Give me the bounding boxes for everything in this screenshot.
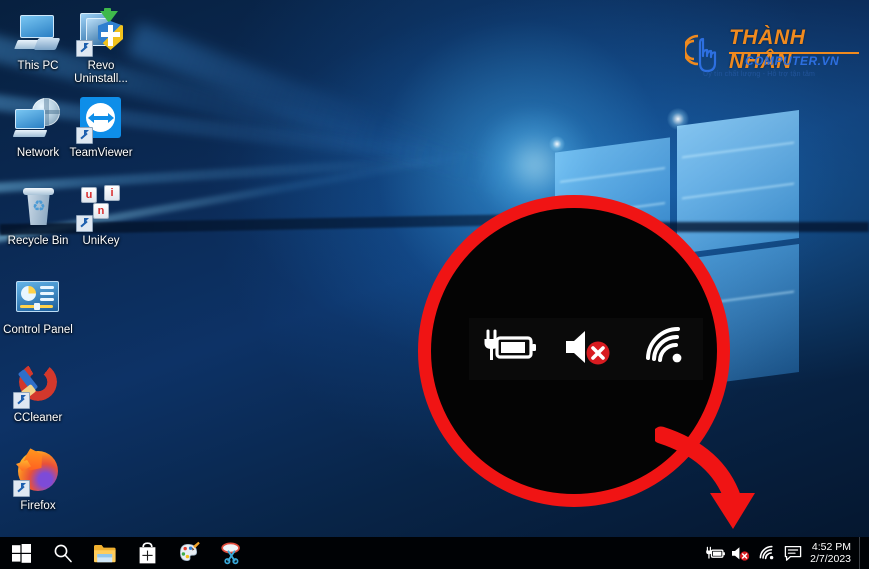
action-center-button[interactable] (780, 537, 806, 569)
paint-palette-icon (179, 541, 200, 562)
battery-tray-icon[interactable] (702, 537, 728, 569)
store-bag-icon (139, 541, 155, 563)
battery-charging-icon (705, 546, 725, 558)
revo-uninstaller-icon (76, 8, 125, 57)
recycle-bin-icon: ♻ (14, 183, 62, 231)
desktop-icon-label: Revo Uninstall... (74, 60, 128, 85)
folder-icon (94, 544, 116, 562)
wifi-icon (759, 545, 774, 560)
windows-logo-icon (11, 543, 31, 563)
watermark-tagline: Uy tín chất lượng - Hỗ trợ tận tâm (703, 71, 816, 78)
microsoft-store-button[interactable] (126, 537, 168, 569)
clock-date: 2/7/2023 (810, 553, 851, 565)
desktop-icon-label: UniKey (82, 235, 120, 247)
desktop-icon-label: TeamViewer (69, 147, 133, 159)
speaker-muted-icon (732, 546, 750, 561)
show-desktop-button[interactable] (859, 537, 865, 569)
clock-time: 4:52 PM (811, 541, 851, 553)
callout-arrow-icon (655, 426, 755, 529)
system-tray: 4:52 PM 2/7/2023 (702, 537, 869, 569)
network-tray-icon[interactable] (754, 537, 780, 569)
shortcut-overlay-icon (76, 215, 93, 232)
file-explorer-button[interactable] (84, 537, 126, 569)
speech-bubble-icon (784, 545, 802, 561)
desktop-icon-label: Firefox (20, 500, 56, 512)
snipping-tool-button[interactable] (210, 537, 252, 569)
ccleaner-icon (13, 360, 62, 409)
computer-icon (14, 8, 62, 56)
taskbar-clock[interactable]: 4:52 PM 2/7/2023 (806, 541, 859, 565)
desktop-icon-label: Control Panel (3, 324, 73, 336)
desktop-icon-control-panel[interactable]: Control Panel (0, 272, 80, 337)
shortcut-overlay-icon (13, 480, 30, 497)
shortcut-overlay-icon (13, 392, 30, 409)
teamviewer-icon (76, 95, 125, 144)
hand-click-icon (685, 34, 717, 73)
shortcut-overlay-icon (76, 40, 93, 57)
unikey-key: u (81, 187, 97, 203)
control-panel-icon (14, 272, 62, 320)
shortcut-overlay-icon (76, 127, 93, 144)
magnified-tray-strip (469, 318, 703, 380)
network-icon (12, 95, 62, 143)
unikey-icon: u i n (76, 183, 125, 232)
speaker-muted-icon (560, 325, 620, 374)
desktop-icon-teamviewer[interactable]: TeamViewer (63, 95, 139, 160)
desktop-icon-ccleaner[interactable]: CCleaner (0, 360, 80, 425)
taskbar: 4:52 PM 2/7/2023 (0, 537, 869, 569)
unikey-key: n (93, 203, 109, 219)
desktop-icon-revo-uninstaller[interactable]: Revo Uninstall... (63, 8, 139, 86)
desktop-icon-label: CCleaner (13, 412, 63, 424)
desktop-screen: This PC Revo Uninstall... Network TeamVi… (0, 0, 869, 569)
battery-charging-icon (479, 327, 543, 372)
desktop-icon-firefox[interactable]: Firefox (0, 448, 80, 513)
firefox-icon (13, 448, 62, 497)
paint-3d-button[interactable] (168, 537, 210, 569)
search-button[interactable] (42, 537, 84, 569)
wifi-icon (637, 325, 693, 374)
unikey-key: i (104, 185, 120, 201)
watermark-subtitle: COMPUTER.VN (745, 54, 840, 68)
volume-tray-icon[interactable] (728, 537, 754, 569)
start-button[interactable] (0, 537, 42, 569)
scissors-icon (221, 542, 240, 565)
search-icon (54, 544, 72, 563)
taskbar-buttons (0, 537, 252, 569)
desktop-icon-unikey[interactable]: u i n UniKey (63, 183, 139, 248)
watermark-logo: THÀNH NHÂN COMPUTER.VN Uy tín chất lượng… (685, 26, 860, 82)
